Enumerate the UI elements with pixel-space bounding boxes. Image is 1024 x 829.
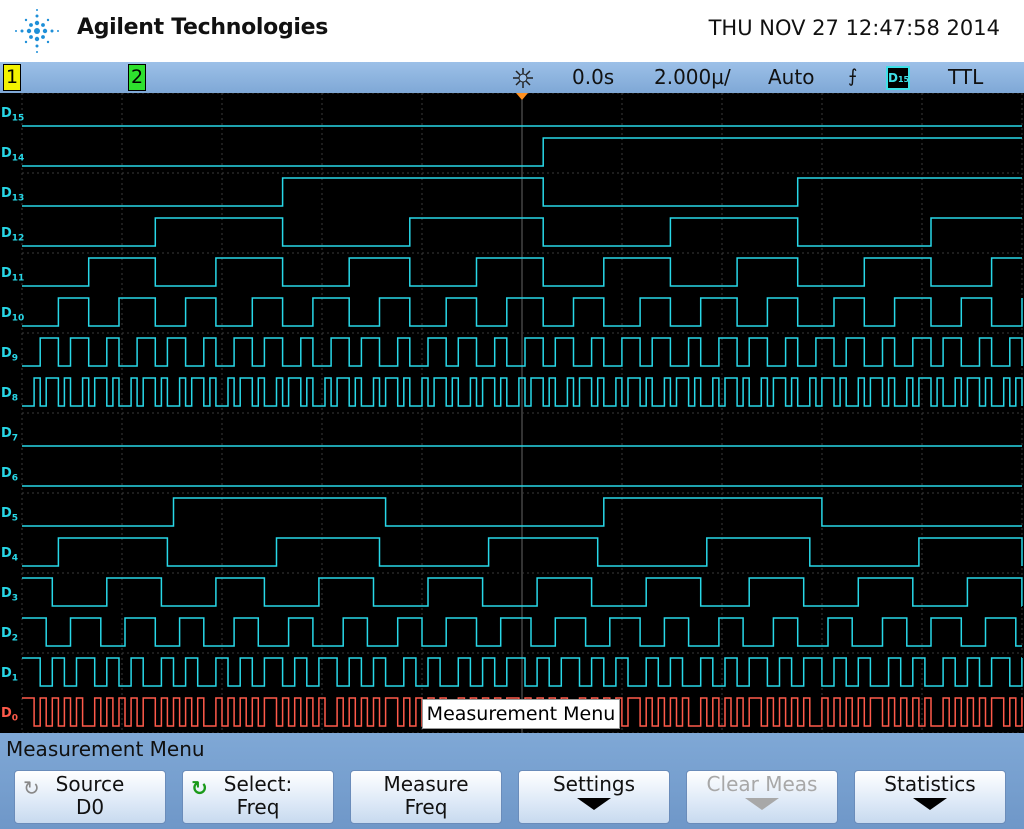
threshold-readout: TTL bbox=[948, 65, 984, 89]
channel-label-d14: D14 bbox=[1, 146, 25, 164]
submenu-arrow-icon bbox=[577, 798, 611, 810]
source-softkey[interactable]: ↻ Source D0 bbox=[14, 770, 166, 824]
channel-label-d9: D9 bbox=[1, 346, 19, 364]
statistics-softkey[interactable]: Statistics bbox=[854, 770, 1006, 824]
channel-label-d13: D13 bbox=[1, 186, 25, 204]
rotate-knob-icon: ↻ bbox=[191, 776, 208, 800]
clear-meas-softkey[interactable]: Clear Meas bbox=[686, 770, 838, 824]
channel-label-d1: D1 bbox=[1, 666, 19, 684]
channel-label-d11: D11 bbox=[1, 266, 25, 284]
rotate-knob-icon: ↻ bbox=[23, 776, 40, 800]
trigger-edge-icon: ⨍ bbox=[848, 66, 858, 87]
channel-1-indicator[interactable]: 1 bbox=[3, 64, 21, 91]
waveform-display[interactable]: D15 D14 D13 D12 D11 D10 D9 D8 D7 D6 D5 D4 D3 D2 D1 D0 bbox=[0, 93, 1024, 733]
channel-label-d2: D2 bbox=[1, 626, 19, 644]
select-softkey[interactable]: ↻ Select: Freq bbox=[182, 770, 334, 824]
channel-label-d3: D3 bbox=[1, 586, 19, 604]
measure-softkey[interactable]: Measure Freq bbox=[350, 770, 502, 824]
channel-label-d8: D8 bbox=[1, 386, 19, 404]
channel-label-d4: D4 bbox=[1, 546, 19, 564]
delay-readout: 0.0s bbox=[572, 65, 615, 89]
header-bar: Agilent Technologies THU NOV 27 12:47:58… bbox=[0, 0, 1024, 62]
submenu-arrow-icon bbox=[913, 798, 947, 810]
submenu-arrow-icon bbox=[745, 798, 779, 810]
waveform-area bbox=[21, 93, 1023, 733]
brand-name: Agilent Technologies bbox=[77, 15, 329, 40]
trigger-mode: Auto bbox=[768, 65, 815, 89]
date-time: THU NOV 27 12:47:58 2014 bbox=[708, 16, 1000, 40]
menu-title: Measurement Menu bbox=[6, 737, 205, 761]
trigger-position-icon bbox=[516, 93, 528, 100]
trigger-source-indicator[interactable]: D15 bbox=[886, 66, 910, 90]
settings-softkey[interactable]: Settings bbox=[518, 770, 670, 824]
channel-label-d10: D10 bbox=[1, 306, 25, 324]
acquisition-icon bbox=[513, 68, 533, 88]
agilent-logo-icon bbox=[15, 9, 59, 53]
channel-2-indicator[interactable]: 2 bbox=[128, 64, 146, 91]
channel-label-d0: D0 bbox=[1, 706, 19, 724]
measurement-menu-popup: Measurement Menu bbox=[422, 699, 620, 729]
channel-label-d15: D15 bbox=[1, 106, 25, 124]
timebase-readout: 2.000µ/ bbox=[654, 65, 731, 89]
channel-label-d5: D5 bbox=[1, 506, 19, 524]
channel-label-d6: D6 bbox=[1, 466, 19, 484]
channel-label-d7: D7 bbox=[1, 426, 19, 444]
channel-label-d12: D12 bbox=[1, 226, 25, 244]
